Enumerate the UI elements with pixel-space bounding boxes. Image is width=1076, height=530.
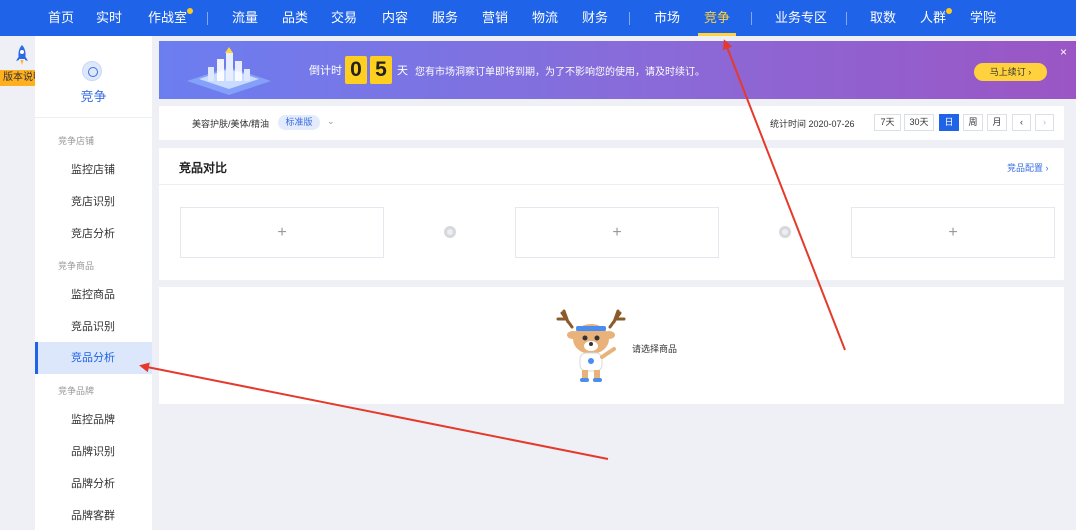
- countdown-digit: 5: [370, 56, 392, 84]
- prev-date-button[interactable]: ‹: [1012, 114, 1031, 131]
- range-week-button[interactable]: 周: [963, 114, 983, 131]
- renew-button[interactable]: 马上续订 ›: [974, 63, 1047, 81]
- stat-time: 统计时间 2020-07-26: [770, 119, 855, 129]
- sidebar: 竞争 竞争店铺 监控店铺 竞店识别 竞店分析 竞争商品 监控商品 竞品识别 竞品…: [35, 36, 152, 530]
- nav-item-content[interactable]: 内容: [382, 0, 408, 36]
- nav-item-category[interactable]: 品类: [282, 0, 308, 36]
- sidebar-group-label: 竞争商品: [58, 261, 95, 271]
- new-dot: [946, 8, 952, 14]
- sidebar-item-monitor-shops[interactable]: 监控店铺: [35, 154, 152, 186]
- competition-icon: [82, 61, 102, 81]
- nav-item-audience[interactable]: 人群: [920, 0, 946, 36]
- filter-bar: 美容护肤/美体/精油 标准版 ⌄ 统计时间 2020-07-26 7天 30天 …: [159, 106, 1064, 140]
- chevron-down-icon[interactable]: ⌄: [327, 116, 335, 127]
- expiry-message: 您有市场洞察订单即将到期，为了不影响您的使用，请及时续订。: [415, 67, 705, 78]
- divider: [159, 184, 1064, 185]
- sidebar-item-brand-audience[interactable]: 品牌客群: [35, 500, 152, 530]
- nav-item-traffic[interactable]: 流量: [232, 0, 258, 36]
- range-7d-button[interactable]: 7天: [874, 114, 901, 131]
- next-date-button[interactable]: ›: [1035, 114, 1054, 131]
- nav-divider: [207, 12, 208, 25]
- sidebar-item-brand-analysis[interactable]: 品牌分析: [35, 468, 152, 500]
- countdown-unit: 天: [397, 65, 408, 77]
- sidebar-group-label: 竞争品牌: [58, 386, 95, 396]
- add-product-slot[interactable]: +: [180, 207, 384, 258]
- sidebar-item-monitor-brands[interactable]: 监控品牌: [35, 404, 152, 436]
- nav-item-data-fetch[interactable]: 取数: [870, 0, 896, 36]
- nav-item-market[interactable]: 市场: [654, 0, 680, 36]
- empty-state-card: 请选择商品: [159, 287, 1064, 404]
- nav-item-home[interactable]: 首页: [48, 0, 74, 36]
- nav-divider: [751, 12, 752, 25]
- empty-state-text: 请选择商品: [632, 344, 678, 354]
- sidebar-item-brand-identify[interactable]: 品牌识别: [35, 436, 152, 468]
- add-product-slot[interactable]: +: [515, 207, 719, 258]
- nav-item-realtime[interactable]: 实时: [96, 0, 122, 36]
- nav-item-marketing[interactable]: 营销: [482, 0, 508, 36]
- nav-item-service[interactable]: 服务: [432, 0, 458, 36]
- range-30d-button[interactable]: 30天: [904, 114, 934, 131]
- sidebar-header: 竞争: [35, 36, 152, 118]
- edition-badge: 标准版: [278, 115, 320, 130]
- sidebar-item-product-analysis[interactable]: 竞品分析: [35, 342, 152, 374]
- nav-divider: [629, 12, 630, 25]
- renewal-banner: 倒计时 0 5 天 您有市场洞察订单即将到期，为了不影响您的使用，请及时续订。 …: [159, 41, 1076, 99]
- countdown-digit: 0: [345, 56, 367, 84]
- city-illustration: [187, 47, 271, 95]
- nav-divider: [846, 12, 847, 25]
- range-month-button[interactable]: 月: [987, 114, 1007, 131]
- nav-item-war-room[interactable]: 作战室: [148, 0, 187, 36]
- sidebar-item-monitor-products[interactable]: 监控商品: [35, 279, 152, 311]
- nav-item-competition[interactable]: 竞争: [697, 0, 737, 36]
- nav-item-business-zone[interactable]: 业务专区: [775, 0, 827, 36]
- rocket-icon[interactable]: [14, 44, 30, 66]
- compare-config-link[interactable]: 竞品配置 ›: [1007, 161, 1049, 174]
- new-dot: [187, 8, 193, 14]
- nav-item-academy[interactable]: 学院: [970, 0, 996, 36]
- sidebar-group-label: 竞争店铺: [58, 136, 95, 146]
- sidebar-item-product-identify[interactable]: 竞品识别: [35, 311, 152, 343]
- vs-dot-icon: [779, 226, 791, 238]
- range-day-button[interactable]: 日: [939, 114, 959, 131]
- sidebar-item-shop-analysis[interactable]: 竞店分析: [35, 218, 152, 250]
- top-nav: 首页 实时 作战室 流量 品类 交易 内容 服务 营销 物流 财务 市场 竞争 …: [0, 0, 1076, 36]
- countdown-label: 倒计时: [309, 65, 342, 77]
- deer-mascot-icon: [556, 309, 626, 382]
- nav-item-transaction[interactable]: 交易: [331, 0, 357, 36]
- sidebar-title: 竞争: [80, 89, 107, 104]
- nav-item-finance[interactable]: 财务: [582, 0, 608, 36]
- compare-card: 竞品对比 竞品配置 › + + +: [159, 148, 1064, 280]
- category-selector[interactable]: 美容护肤/美体/精油: [192, 117, 269, 130]
- nav-item-logistics[interactable]: 物流: [532, 0, 558, 36]
- vs-dot-icon: [444, 226, 456, 238]
- compare-title: 竞品对比: [179, 161, 228, 175]
- close-icon[interactable]: ×: [1060, 46, 1067, 58]
- sidebar-item-shop-identify[interactable]: 竞店识别: [35, 186, 152, 218]
- add-product-slot[interactable]: +: [851, 207, 1055, 258]
